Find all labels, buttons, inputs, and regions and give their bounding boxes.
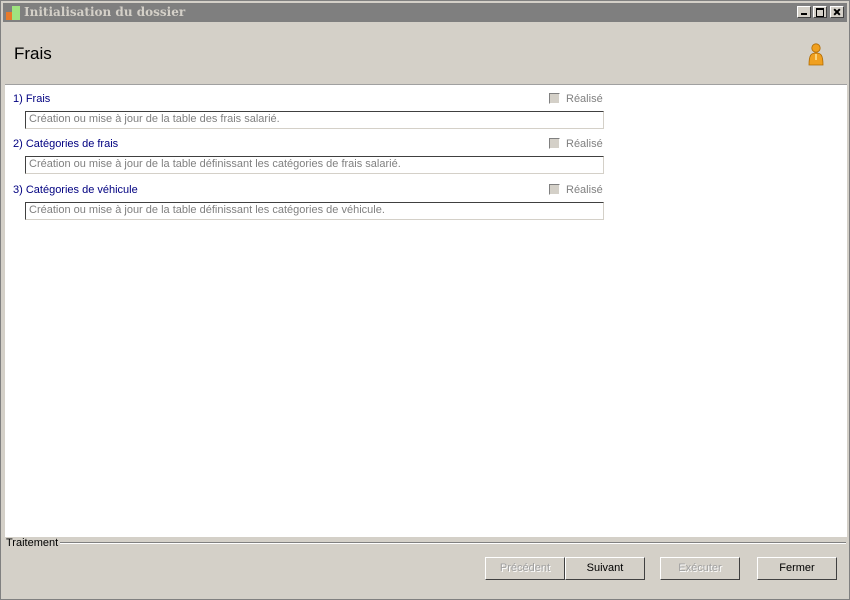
group-divider (60, 542, 846, 544)
done-label: Réalisé (566, 138, 603, 150)
next-button[interactable]: Suivant (565, 557, 645, 580)
execute-button[interactable]: Exécuter (660, 557, 740, 580)
maximize-button[interactable] (813, 6, 827, 18)
done-label: Réalisé (566, 93, 603, 105)
title-bar[interactable]: Initialisation du dossier (3, 3, 847, 22)
done-label: Réalisé (566, 184, 603, 196)
minimize-button[interactable] (797, 6, 811, 18)
window-title: Initialisation du dossier (24, 5, 186, 19)
task-description: Création ou mise à jour de la table des … (25, 111, 604, 129)
previous-button[interactable]: Précédent (485, 557, 565, 580)
task-label: 1) Frais (13, 93, 51, 105)
close-button[interactable]: Fermer (757, 557, 837, 580)
app-window: Initialisation du dossier Frais 1) Frais… (0, 0, 850, 600)
task-label: 2) Catégories de frais (13, 138, 119, 150)
page-header: Frais (3, 23, 847, 83)
task-description: Création ou mise à jour de la table défi… (25, 156, 604, 174)
task-description: Création ou mise à jour de la table défi… (25, 202, 604, 220)
app-icon (6, 6, 20, 20)
checkbox-box[interactable] (549, 184, 560, 195)
group-label: Traitement (6, 537, 59, 549)
person-icon (807, 43, 825, 67)
task-item: 1) Frais Réalisé Création ou mise à jour… (5, 85, 847, 131)
checkbox-box[interactable] (549, 93, 560, 104)
close-window-button[interactable] (830, 6, 844, 18)
task-list: 1) Frais Réalisé Création ou mise à jour… (5, 84, 847, 537)
page-title: Frais (14, 44, 52, 63)
task-item: 3) Catégories de véhicule Réalisé Créati… (5, 176, 847, 222)
task-label: 3) Catégories de véhicule (13, 184, 138, 196)
task-item: 2) Catégories de frais Réalisé Création … (5, 130, 847, 176)
checkbox-box[interactable] (549, 138, 560, 149)
